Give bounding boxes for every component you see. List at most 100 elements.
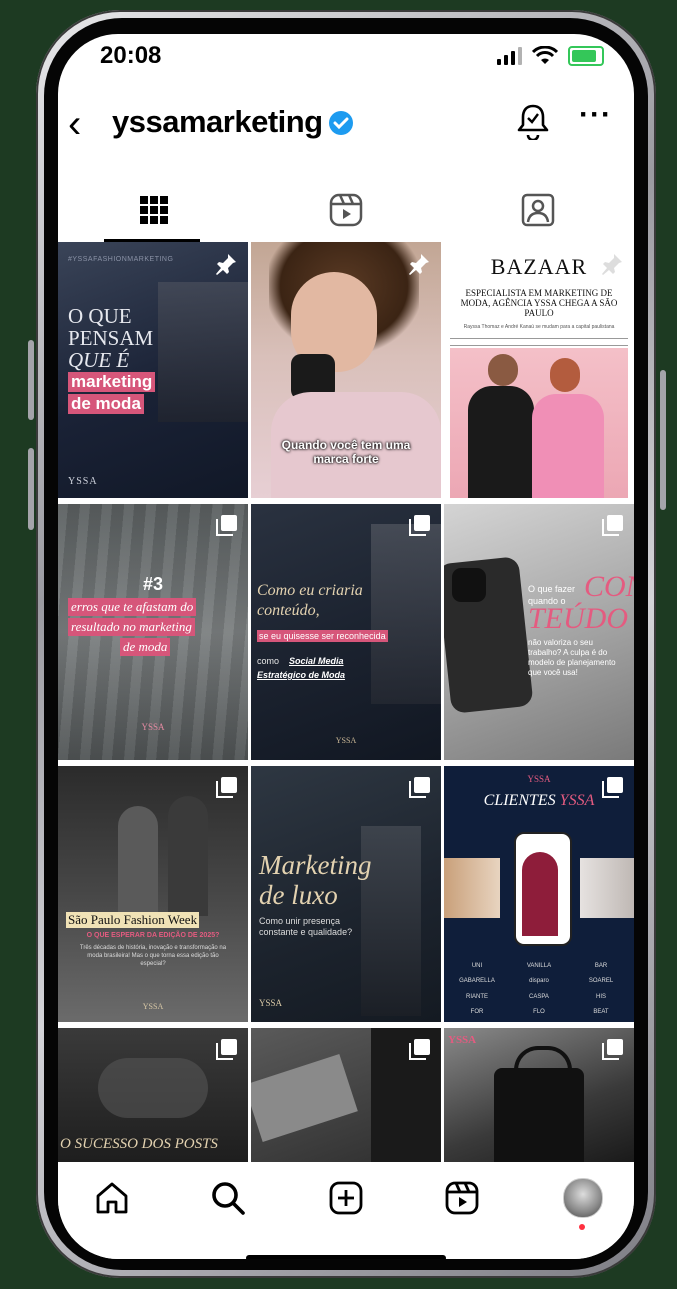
tab-tagged[interactable]	[442, 180, 634, 240]
post-thumbnail[interactable]: YSSA CLIENTES YSSA UNI VANILLA BAR GABAR…	[444, 766, 634, 1022]
client-logo: UNI	[471, 962, 483, 969]
side-button	[28, 340, 34, 420]
post-brand: YSSA	[68, 476, 98, 487]
status-bar: 20:08	[58, 34, 634, 90]
post-highlight: resultado no marketing	[68, 618, 195, 636]
post-line: conteúdo,	[257, 602, 320, 619]
post-thumbnail[interactable]: Marketing de luxo Como unir presença con…	[251, 766, 441, 1022]
post-thumbnail[interactable]: YSSA	[444, 1028, 634, 1162]
client-logos: UNI VANILLA BAR GABARELLA disparo SOAREL…	[444, 956, 634, 1022]
back-button[interactable]: ‹	[68, 100, 81, 148]
post-photo	[371, 524, 441, 704]
post-highlight: de moda	[68, 394, 144, 414]
post-line: Marketing	[259, 850, 372, 880]
post-photo	[488, 354, 518, 386]
post-thumbnail[interactable]: O que fazer quando o CON TEÚDO não valor…	[444, 504, 634, 760]
post-subheadline: Rayssa Thomaz e André Kanaú se mudam par…	[463, 324, 615, 330]
post-big-text: TEÚDO	[528, 602, 629, 635]
post-photo	[251, 1054, 358, 1142]
post-brand: YSSA	[259, 998, 283, 1008]
post-headline: ESPECIALISTA EM MARKETING DE MODA, AGÊNC…	[460, 288, 618, 318]
carousel-icon	[409, 515, 430, 536]
post-highlight: erros que te afastam do	[68, 598, 197, 616]
post-thumbnail[interactable]: #3 erros que te afastam do resultado no …	[58, 504, 248, 760]
avatar[interactable]	[563, 1178, 603, 1218]
client-logo: VANILLA	[526, 962, 552, 969]
post-title: O SUCESSO DOS POSTS	[60, 1136, 218, 1152]
post-thumbnail[interactable]: #YSSAFASHIONMARKETING O QUE PENSAM QUE É…	[58, 242, 248, 498]
post-brand: YSSA	[448, 1034, 477, 1046]
post-thumbnail[interactable]: São Paulo Fashion Week O QUE ESPERAR DA …	[58, 766, 248, 1022]
post-photo	[494, 1068, 584, 1162]
carousel-icon	[409, 1039, 430, 1060]
side-button	[660, 370, 666, 510]
verified-badge-icon	[329, 111, 353, 135]
post-thumbnail[interactable]: Quando você tem uma marca forte	[251, 242, 441, 498]
client-logo: FLO	[533, 1009, 545, 1016]
carousel-icon	[216, 1039, 237, 1060]
status-time: 20:08	[100, 42, 162, 69]
post-title-part: CLIENTES	[483, 792, 556, 809]
post-line: QUE É	[68, 348, 130, 372]
bottom-navigation	[58, 1162, 634, 1259]
post-line: Estratégico de Moda	[257, 670, 346, 680]
plus-square-icon[interactable]	[328, 1180, 364, 1216]
post-title: CLIENTES YSSA	[444, 792, 634, 810]
post-photo	[168, 796, 208, 916]
battery-icon	[568, 46, 604, 66]
post-thumbnail[interactable]: Como eu criaria conteúdo, se eu quisesse…	[251, 504, 441, 760]
client-logo: disparo	[529, 978, 549, 985]
signal-icon	[497, 47, 522, 65]
notifications-bell-icon[interactable]	[516, 102, 550, 140]
client-logo: GABARELLA	[459, 978, 495, 985]
post-line: Como eu criaria	[257, 582, 363, 599]
carousel-icon	[216, 515, 237, 536]
client-logo: BAR	[594, 962, 608, 969]
post-body: não valoriza o seu trabalho? A culpa é d…	[528, 638, 616, 677]
profile-username: yssamarketing	[112, 104, 323, 139]
divider	[450, 338, 628, 346]
tab-reels[interactable]	[250, 180, 442, 240]
grid-icon	[140, 196, 168, 224]
client-logo: CASPA	[529, 993, 549, 1000]
post-highlight: de moda	[120, 638, 171, 656]
tab-grid[interactable]	[58, 180, 250, 240]
post-thumbnail[interactable]: O SUCESSO DOS POSTS	[58, 1028, 248, 1162]
carousel-icon	[602, 1039, 623, 1060]
post-brand: BAZAAR	[490, 254, 588, 279]
post-body: Três décadas de história, inovação e tra…	[79, 945, 227, 967]
screen: 20:08 ‹ yssamarketing ··· #YSSAFASHIONMA…	[58, 34, 634, 1259]
post-brand: YSSA	[141, 722, 165, 732]
post-photo	[444, 858, 500, 918]
post-brand: YSSA	[142, 1002, 164, 1011]
post-caption: Quando você tem uma marca forte	[281, 438, 411, 466]
more-options-icon[interactable]: ···	[579, 98, 612, 132]
post-line: Social Media	[289, 656, 344, 666]
client-logo: BEAT	[593, 1009, 609, 1016]
post-highlight: marketing	[68, 372, 156, 392]
wifi-icon	[532, 46, 558, 64]
post-photo	[452, 568, 486, 602]
post-thumbnail[interactable]	[251, 1028, 441, 1162]
post-photo	[98, 1058, 208, 1118]
tagged-icon	[521, 193, 555, 227]
posts-grid: #YSSAFASHIONMARKETING O QUE PENSAM QUE É…	[58, 242, 634, 1162]
post-photo	[118, 806, 158, 916]
post-photo	[468, 386, 534, 498]
post-subheadline: O QUE ESPERAR DA EDIÇÃO DE 2025?	[86, 932, 220, 939]
post-photo	[580, 858, 634, 918]
carousel-icon	[216, 777, 237, 798]
post-photo	[532, 394, 604, 498]
profile-header: ‹ yssamarketing ···	[58, 96, 634, 156]
post-thumbnail[interactable]: BAZAAR ESPECIALISTA EM MARKETING DE MODA…	[444, 242, 634, 498]
post-number: #3	[142, 574, 164, 594]
reels-icon[interactable]	[444, 1180, 480, 1216]
post-brand: YSSA	[335, 736, 357, 745]
notification-dot	[579, 1224, 585, 1230]
reels-icon	[329, 193, 363, 227]
post-title-part: YSSA	[559, 792, 595, 809]
search-icon[interactable]	[210, 1180, 246, 1216]
client-logo: RIANTE	[465, 993, 488, 1000]
home-indicator	[246, 1255, 446, 1259]
home-icon[interactable]	[94, 1180, 130, 1216]
